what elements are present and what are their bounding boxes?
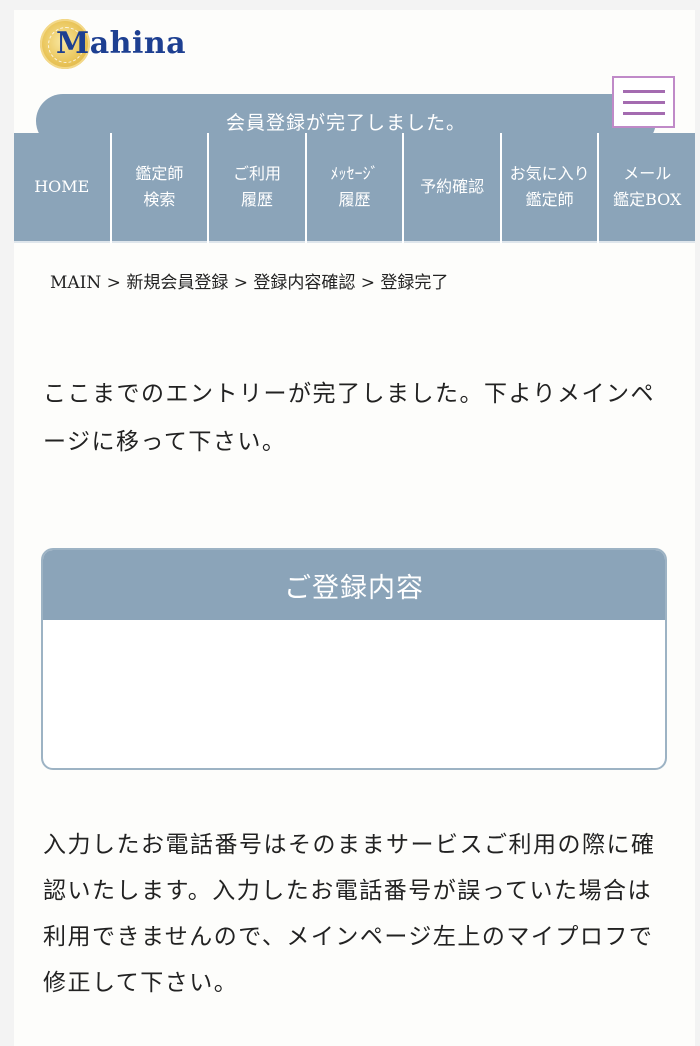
main-nav: HOME 鑑定師 検索 ご利用 履歴 ﾒｯｾｰｼﾞ 履歴 予約確認 お気に入り … — [14, 133, 696, 243]
phone-notice: 入力したお電話番号はそのままサービスご利用の際に確認いたします。入力したお電話番… — [43, 832, 656, 996]
logo-text: Mahina — [56, 26, 187, 61]
nav-item-mail-box[interactable]: メール 鑑定BOX — [599, 133, 696, 243]
nav-item-home[interactable]: HOME — [14, 133, 110, 243]
hamburger-line-icon — [622, 89, 665, 93]
hamburger-line-icon — [622, 100, 665, 104]
nav-item-reservation[interactable]: 予約確認 — [404, 133, 500, 243]
nav-item-usage-history[interactable]: ご利用 履歴 — [209, 133, 305, 243]
card-title: ご登録内容 — [43, 550, 665, 620]
completion-message: ここまでのエントリーが完了しました。下よりメインページに移って下さい。 — [43, 381, 656, 455]
menu-button[interactable] — [612, 76, 675, 128]
nav-item-message-history[interactable]: ﾒｯｾｰｼﾞ 履歴 — [306, 133, 403, 243]
registration-details-card: ご登録内容 — [41, 548, 667, 770]
nav-item-favorites[interactable]: お気に入り 鑑定師 — [501, 133, 598, 243]
status-message: 会員登録が完了しました。 — [225, 111, 466, 134]
breadcrumb: MAIN > 新規会員登録 > 登録内容確認 > 登録完了 — [50, 273, 449, 293]
nav-item-fortune-teller-search[interactable]: 鑑定師 検索 — [111, 133, 208, 243]
site-logo[interactable]: Mahina — [40, 16, 186, 72]
hamburger-line-icon — [622, 111, 665, 115]
